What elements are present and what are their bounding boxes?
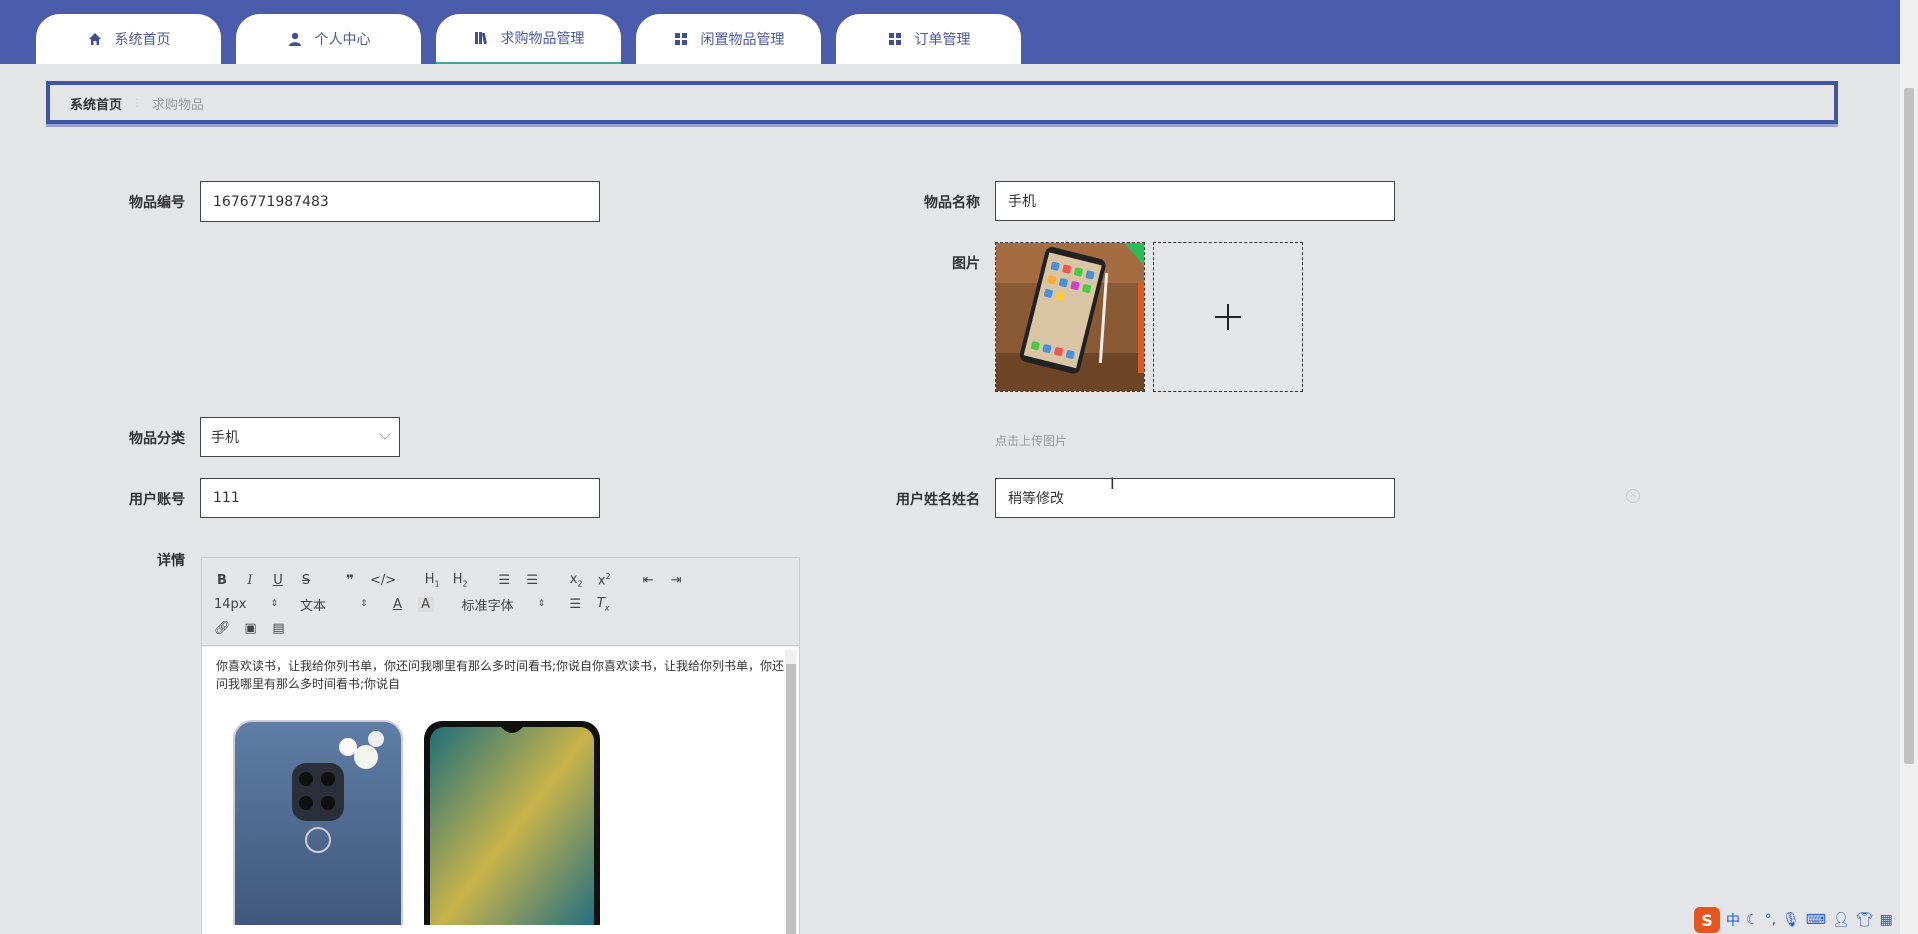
home-icon [87,31,103,47]
tab-idle-items[interactable]: 闲置物品管理 [636,14,821,64]
italic-button[interactable]: I [242,573,258,588]
category-selected-value: 手机 [211,430,239,446]
breadcrumb-home[interactable]: 系统首页 [70,94,122,113]
strike-button[interactable]: S [298,573,314,588]
outdent-icon[interactable]: ⇤ [640,573,656,588]
background-color-icon[interactable]: A [417,596,434,612]
tab-label: 系统首页 [114,32,171,48]
item-name-label: 物品名称 [924,195,980,211]
clear-format-icon[interactable]: Tx [595,596,611,613]
tab-home[interactable]: 系统首页 [36,14,221,64]
paragraph-value: 文本 [300,598,327,614]
tab-label: 个人中心 [314,32,371,48]
superscript-button[interactable]: x2 [596,572,612,588]
page-scrollbar[interactable] [1900,0,1918,934]
indent-icon[interactable]: ⇥ [668,573,684,588]
phone-product-image [216,695,616,934]
grid-icon [887,31,903,47]
tab-label: 闲置物品管理 [700,32,785,48]
font-family-select[interactable]: 标准字体 ⇕ [462,595,546,614]
moon-icon[interactable]: ☾ [1746,912,1759,928]
upload-image-button[interactable] [1153,242,1303,392]
paragraph-select[interactable]: 文本 ⇕ [300,595,368,614]
category-select[interactable]: 手机 [200,417,400,457]
editor-scrollbar-thumb[interactable] [786,664,796,934]
heading-2-button[interactable]: H2 [452,572,468,589]
breadcrumb-separator: ⋮ [132,98,143,109]
top-nav-bar: 系统首页 个人中心 求购物品管理 闲置物品管理 订单管理 [0,0,1900,64]
username-input[interactable]: 稍等修改 [995,478,1395,518]
item-no-input[interactable]: 1676771987483 [200,181,600,222]
align-icon[interactable]: ☰ [567,597,583,612]
ordered-list-icon[interactable]: ☰ [496,573,512,588]
punctuation-icon[interactable]: °, [1765,912,1776,928]
editor-paragraph: 你喜欢读书，让我给你列书单，你还问我哪里有那么多时间看书;你说自你喜欢读书，让我… [216,659,785,691]
bullet-list-icon[interactable]: ☰ [524,573,540,588]
tab-orders[interactable]: 订单管理 [836,14,1021,64]
link-icon[interactable]: 🔗︎ [214,621,231,636]
code-block-button[interactable]: </> [370,573,396,588]
picture-label: 图片 [952,256,980,272]
microphone-icon[interactable]: 🎙︎ [1782,912,1800,928]
account-label: 用户账号 [129,492,185,508]
blockquote-button[interactable]: ❞ [342,573,358,588]
username-label: 用户姓名姓名 [896,492,980,508]
updown-icon: ⇕ [537,599,546,609]
ime-language-toggle[interactable]: 中 [1726,910,1740,930]
sogou-logo-icon[interactable]: S [1694,907,1720,933]
editor-toolbar: B I U S ❞ </> H1 H2 ☰ ☰ x2 x2 ⇤ ⇥ 14px ⇕ … [202,558,799,646]
details-label: 详情 [157,553,185,569]
uploaded-image-thumbnail[interactable] [995,242,1145,392]
font-size-select[interactable]: 14px ⇕ [214,597,278,612]
image-icon[interactable]: ▣ [243,621,259,636]
user-icon[interactable]: 👤︎ [1832,912,1850,928]
tab-label: 求购物品管理 [500,31,585,47]
video-icon[interactable]: ▤ [271,621,287,636]
subscript-button[interactable]: x2 [568,572,584,589]
chevron-down-icon [379,428,391,440]
breadcrumb-current: 求购物品 [152,98,205,113]
editor-scrollbar[interactable] [785,650,797,934]
ime-toolbar: S 中 ☾ °, 🎙︎ ⌨ 👤︎ 👕︎ ▦ [1694,906,1918,934]
bold-button[interactable]: B [214,573,230,588]
font-size-value: 14px [214,596,247,612]
text-cursor-icon: Ⅰ [1110,474,1115,493]
grid-icon[interactable]: ▦ [1880,912,1893,928]
clear-icon[interactable]: ✕ [1626,489,1640,503]
tab-wanted-items[interactable]: 求购物品管理 [436,14,621,64]
breadcrumb: 系统首页 ⋮ 求购物品 [70,94,204,113]
item-no-label: 物品编号 [129,195,185,211]
keyboard-icon[interactable]: ⌨ [1806,912,1826,928]
breadcrumb-panel: 系统首页 ⋮ 求购物品 [46,81,1838,124]
editor-content[interactable]: 你喜欢读书，让我给你列书单，你还问我哪里有那么多时间看书;你说自你喜欢读书，让我… [202,647,799,934]
updown-icon: ⇕ [270,599,279,609]
tab-label: 订单管理 [914,32,971,48]
font-family-value: 标准字体 [461,598,514,614]
category-label: 物品分类 [129,431,185,447]
tablet-photo [996,243,1144,391]
heading-1-button[interactable]: H1 [424,572,440,589]
rich-text-editor: B I U S ❞ </> H1 H2 ☰ ☰ x2 x2 ⇤ ⇥ 14px ⇕ … [201,557,800,934]
grid-icon [673,31,689,47]
font-color-icon[interactable]: A [390,597,406,612]
account-input[interactable]: 111 [200,478,600,518]
tab-personal-center[interactable]: 个人中心 [236,14,421,64]
book-icon [473,30,489,46]
item-name-input[interactable]: 手机 [995,181,1395,221]
shirt-icon[interactable]: 👕︎ [1856,912,1874,928]
upload-hint: 点击上传图片 [995,434,1068,448]
user-icon [287,31,303,47]
scrollbar-thumb[interactable] [1904,88,1914,764]
plus-icon [1215,304,1241,330]
underline-button[interactable]: U [270,573,286,588]
updown-icon: ⇕ [360,599,368,609]
